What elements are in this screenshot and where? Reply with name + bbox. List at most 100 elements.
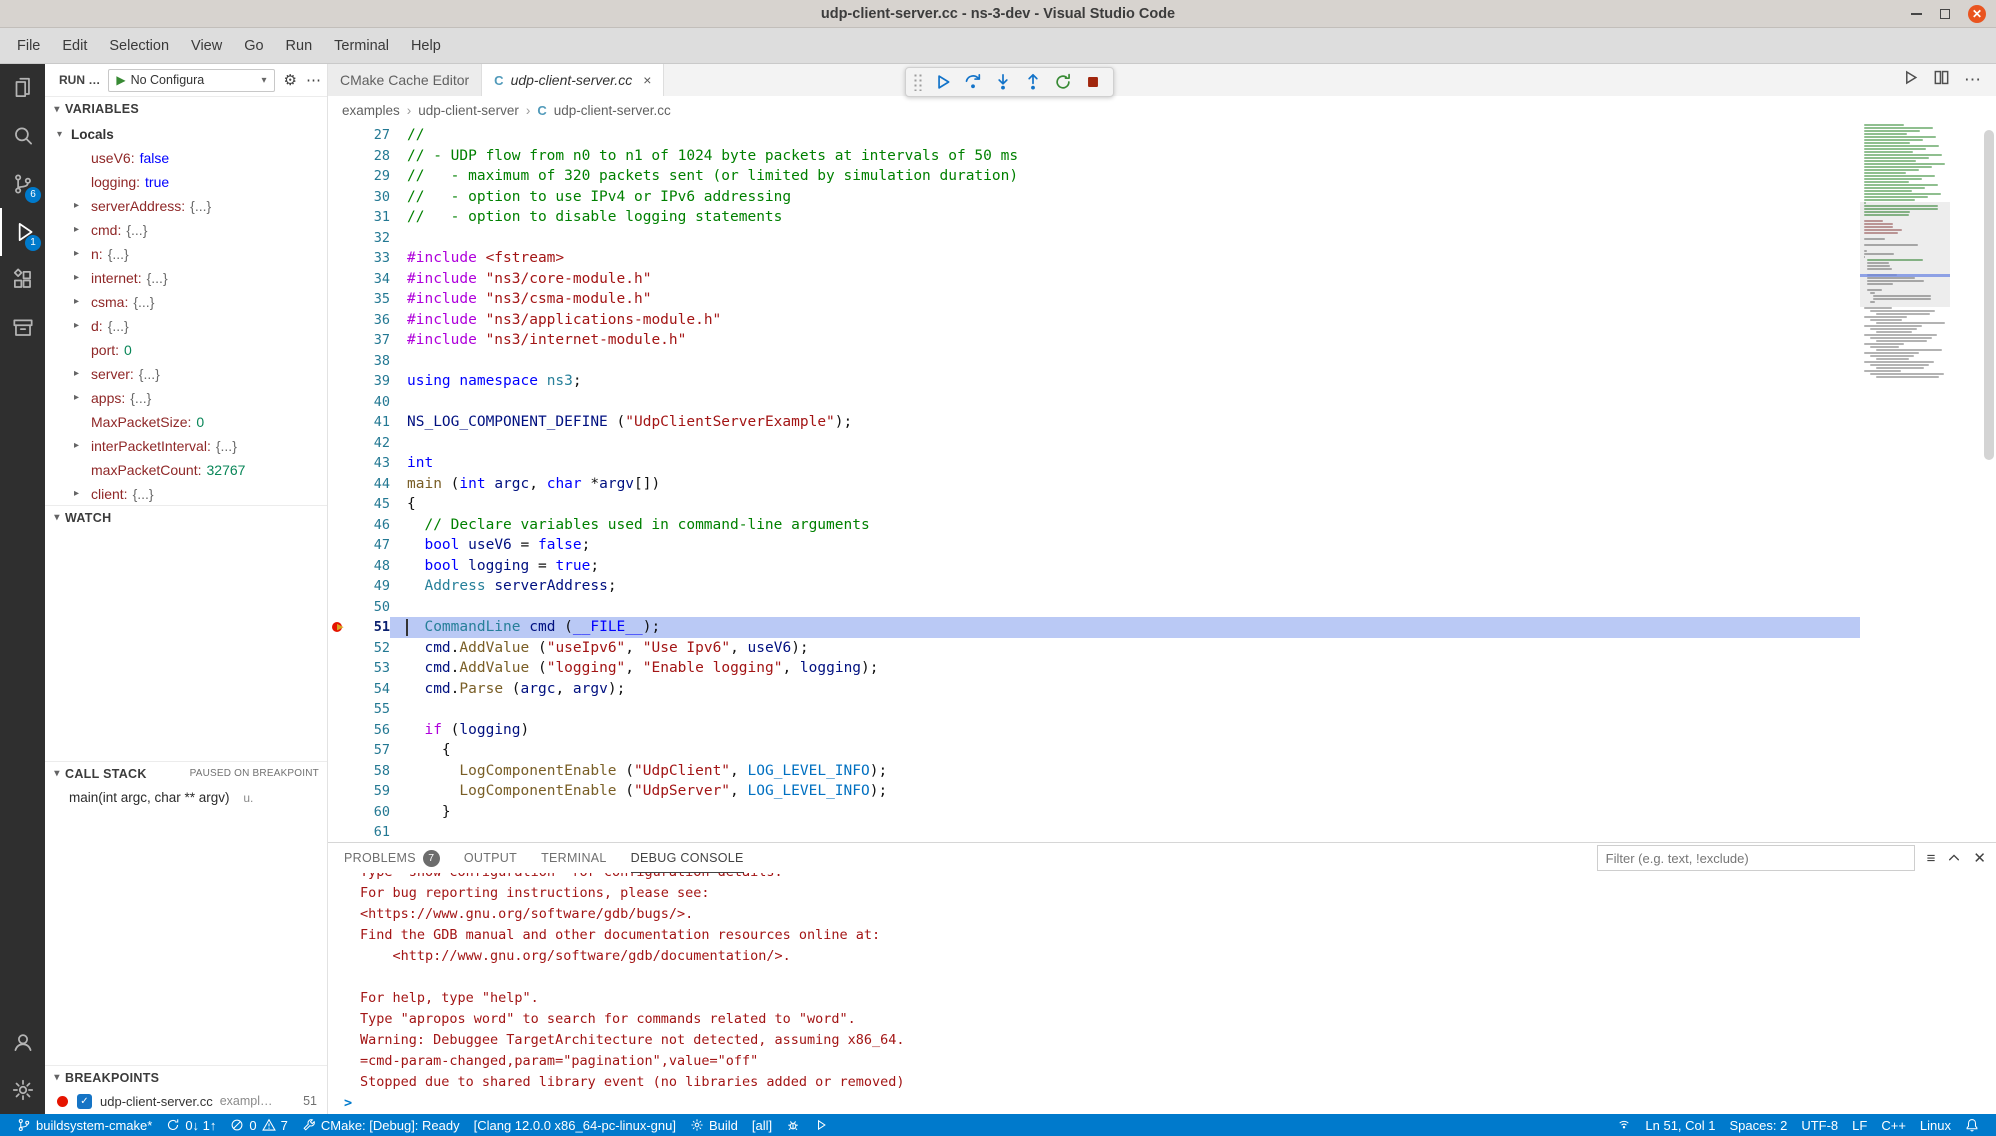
- run-file-icon[interactable]: [1902, 69, 1919, 91]
- cmake-kit[interactable]: [Clang 12.0.0 x86_64-pc-linux-gnu]: [467, 1114, 683, 1136]
- code-line[interactable]: 57 {: [328, 740, 1860, 761]
- code-line[interactable]: 36#include "ns3/applications-module.h": [328, 310, 1860, 331]
- breakpoint-margin[interactable]: [328, 679, 354, 700]
- menu-go[interactable]: Go: [233, 33, 274, 59]
- indentation[interactable]: Spaces: 2: [1723, 1114, 1795, 1136]
- panel-tab-problems[interactable]: PROBLEMS7: [344, 843, 440, 873]
- breadcrumb-item[interactable]: udp-client-server.cc: [554, 103, 671, 118]
- cursor-position[interactable]: Ln 51, Col 1: [1638, 1114, 1722, 1136]
- code-line[interactable]: 47 bool useV6 = false;: [328, 535, 1860, 556]
- restart-button[interactable]: [1050, 69, 1076, 95]
- call-stack-frame[interactable]: main(int argc, char ** argv) u.: [45, 787, 327, 809]
- problems-status[interactable]: 07: [223, 1114, 294, 1136]
- code-line[interactable]: 35#include "ns3/csma-module.h": [328, 289, 1860, 310]
- code-line[interactable]: 61: [328, 822, 1860, 842]
- maximize-icon[interactable]: [1940, 9, 1950, 19]
- breakpoint-margin[interactable]: [328, 699, 354, 720]
- code-line[interactable]: 31// - option to disable logging stateme…: [328, 207, 1860, 228]
- chevron-right-icon[interactable]: ▸: [74, 194, 79, 218]
- code-line[interactable]: 54 cmd.Parse (argc, argv);: [328, 679, 1860, 700]
- more-actions-icon[interactable]: ⋯: [306, 71, 321, 89]
- console-input-row[interactable]: >: [344, 1093, 1996, 1114]
- code-line[interactable]: 56 if (logging): [328, 720, 1860, 741]
- code-line[interactable]: 60 }: [328, 802, 1860, 823]
- continue-button[interactable]: [930, 69, 956, 95]
- code-line[interactable]: 49 Address serverAddress;: [328, 576, 1860, 597]
- code-line[interactable]: 48 bool logging = true;: [328, 556, 1860, 577]
- launch-config-dropdown[interactable]: ▶ No Configura ▾: [108, 69, 274, 92]
- breakpoint-margin[interactable]: [328, 576, 354, 597]
- chevron-right-icon[interactable]: ▸: [74, 218, 79, 242]
- extensions-icon[interactable]: [0, 256, 45, 304]
- source-control-icon[interactable]: 6: [0, 160, 45, 208]
- chevron-right-icon[interactable]: ▸: [74, 242, 79, 266]
- menu-edit[interactable]: Edit: [51, 33, 98, 59]
- explorer-icon[interactable]: [0, 64, 45, 112]
- breakpoint-margin[interactable]: [328, 146, 354, 167]
- breakpoint-margin[interactable]: [328, 412, 354, 433]
- breakpoint-margin[interactable]: ▶: [328, 617, 354, 638]
- scope-locals[interactable]: ▾ Locals: [45, 122, 327, 146]
- breakpoint-margin[interactable]: [328, 269, 354, 290]
- broadcast-status[interactable]: [1610, 1114, 1638, 1136]
- console-filter-input[interactable]: [1597, 845, 1915, 871]
- variable-row[interactable]: ▸serverAddress:{...}: [45, 194, 327, 218]
- eol[interactable]: LF: [1845, 1114, 1874, 1136]
- breakpoint-margin[interactable]: [328, 187, 354, 208]
- variable-row[interactable]: ▸interPacketInterval:{...}: [45, 434, 327, 458]
- breakpoint-margin[interactable]: [328, 556, 354, 577]
- code-line[interactable]: 59 LogComponentEnable ("UdpServer", LOG_…: [328, 781, 1860, 802]
- start-debug-icon[interactable]: ▶: [116, 73, 125, 87]
- breakpoint-margin[interactable]: [328, 720, 354, 741]
- variable-row[interactable]: port:0: [45, 338, 327, 362]
- variable-row[interactable]: ▸d:{...}: [45, 314, 327, 338]
- minimize-icon[interactable]: [1911, 13, 1922, 15]
- breakpoint-margin[interactable]: [328, 453, 354, 474]
- archive-icon[interactable]: [0, 304, 45, 352]
- panel-tab-debug-console[interactable]: DEBUG CONSOLE: [631, 843, 744, 873]
- variable-row[interactable]: useV6:false: [45, 146, 327, 170]
- code-line[interactable]: 30// - option to use IPv4 or IPv6 addres…: [328, 187, 1860, 208]
- breakpoint-margin[interactable]: [328, 310, 354, 331]
- code-line[interactable]: 50: [328, 597, 1860, 618]
- variable-row[interactable]: ▸cmd:{...}: [45, 218, 327, 242]
- breakpoint-margin[interactable]: [328, 392, 354, 413]
- breakpoint-margin[interactable]: [328, 351, 354, 372]
- tab-udp-client-server[interactable]: C udp-client-server.cc ×: [482, 64, 664, 96]
- breakpoint-margin[interactable]: [328, 474, 354, 495]
- build-target[interactable]: [all]: [745, 1114, 779, 1136]
- breakpoint-margin[interactable]: [328, 658, 354, 679]
- breadcrumb-item[interactable]: udp-client-server: [418, 103, 519, 118]
- breakpoint-row[interactable]: ✓ udp-client-server.cc exampl… 51: [45, 1090, 327, 1112]
- code-line[interactable]: 58 LogComponentEnable ("UdpClient", LOG_…: [328, 761, 1860, 782]
- code-line[interactable]: ▶51 CommandLine cmd (__FILE__);: [328, 617, 1860, 638]
- language-mode[interactable]: C++: [1874, 1114, 1913, 1136]
- code-line[interactable]: 45{: [328, 494, 1860, 515]
- panel-tab-output[interactable]: OUTPUT: [464, 843, 517, 873]
- minimap-slider[interactable]: [1860, 202, 1950, 307]
- notifications[interactable]: [1958, 1114, 1986, 1136]
- account-icon[interactable]: [0, 1018, 45, 1066]
- chevron-right-icon[interactable]: ▸: [74, 434, 79, 458]
- tab-cmake-cache-editor[interactable]: CMake Cache Editor: [328, 64, 482, 96]
- breakpoint-margin[interactable]: [328, 494, 354, 515]
- code-line[interactable]: 38: [328, 351, 1860, 372]
- breakpoint-margin[interactable]: [328, 761, 354, 782]
- chevron-right-icon[interactable]: ▸: [74, 362, 79, 386]
- console-settings-icon[interactable]: ≡: [1927, 850, 1936, 867]
- code-line[interactable]: 33#include <fstream>: [328, 248, 1860, 269]
- step-out-button[interactable]: [1020, 69, 1046, 95]
- configure-gear-icon[interactable]: ⚙: [284, 71, 297, 89]
- editor-scrollbar[interactable]: [1982, 124, 1996, 842]
- build-button[interactable]: Build: [683, 1114, 745, 1136]
- variable-row[interactable]: ▸client:{...}: [45, 482, 327, 506]
- variable-row[interactable]: ▸apps:{...}: [45, 386, 327, 410]
- breakpoint-margin[interactable]: [328, 125, 354, 146]
- code-line[interactable]: 40: [328, 392, 1860, 413]
- code-line[interactable]: 32: [328, 228, 1860, 249]
- step-into-button[interactable]: [990, 69, 1016, 95]
- breakpoint-margin[interactable]: [328, 802, 354, 823]
- code-editor[interactable]: 27//28// - UDP flow from n0 to n1 of 102…: [328, 124, 1996, 842]
- maximize-panel-icon[interactable]: [1947, 851, 1961, 865]
- chevron-right-icon[interactable]: ▸: [74, 314, 79, 338]
